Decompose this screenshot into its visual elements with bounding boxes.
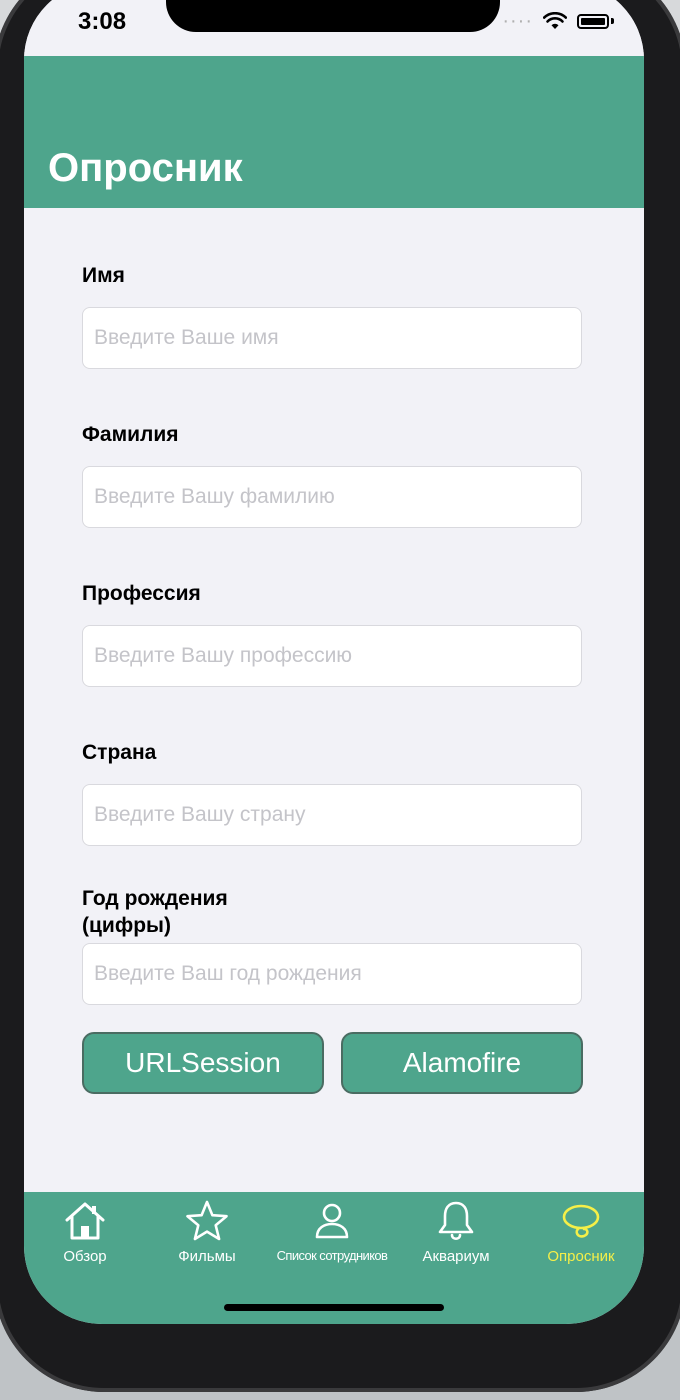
battery-tip (611, 18, 614, 24)
birth-year-label-hint: (цифры) (82, 914, 171, 937)
house-icon (65, 1202, 105, 1240)
navigation-bar: Опросник (24, 56, 644, 208)
birth-year-label: Год рождения (82, 887, 228, 910)
tab-aquarium[interactable]: Аквариум (416, 1198, 496, 1265)
tab-employees[interactable]: Список сотрудников (264, 1198, 400, 1263)
tab-aquarium-label: Аквариум (422, 1248, 490, 1265)
tab-survey[interactable]: Опросник (539, 1198, 623, 1265)
tab-overview[interactable]: Обзор (60, 1198, 110, 1265)
lasso-icon (562, 1204, 600, 1238)
phone-frame: 3:08 ···· Опросник Имя Фамилия Профессия (0, 0, 680, 1392)
birth-year-input[interactable] (82, 943, 582, 1005)
page-title: Опросник (48, 146, 243, 190)
battery-icon (577, 13, 609, 29)
country-label: Страна (82, 741, 157, 764)
tab-survey-label: Опросник (547, 1248, 615, 1265)
profession-input[interactable] (82, 625, 582, 687)
status-bar: 3:08 ···· (24, 0, 644, 56)
first-name-input[interactable] (82, 307, 582, 369)
tab-overview-label: Обзор (63, 1248, 107, 1265)
notch (166, 0, 500, 32)
person-icon (315, 1203, 349, 1239)
bell-icon (438, 1201, 474, 1241)
status-icons: ···· (502, 10, 614, 32)
last-name-label: Фамилия (82, 423, 179, 446)
profession-label: Профессия (82, 582, 201, 605)
tab-employees-label: Список сотрудников (276, 1248, 388, 1263)
cellular-dots-icon: ···· (502, 10, 533, 32)
tab-films-label: Фильмы (178, 1248, 236, 1265)
first-name-label: Имя (82, 264, 125, 287)
star-icon (186, 1200, 228, 1241)
home-indicator[interactable] (224, 1304, 444, 1311)
country-input[interactable] (82, 784, 582, 846)
screen: 3:08 ···· Опросник Имя Фамилия Профессия (24, 0, 644, 1324)
status-time: 3:08 (78, 8, 127, 35)
urlsession-button[interactable]: URLSession (82, 1032, 324, 1094)
alamofire-button[interactable]: Alamofire (341, 1032, 583, 1094)
last-name-input[interactable] (82, 466, 582, 528)
wifi-icon (543, 12, 567, 29)
tab-films[interactable]: Фильмы (172, 1198, 242, 1265)
